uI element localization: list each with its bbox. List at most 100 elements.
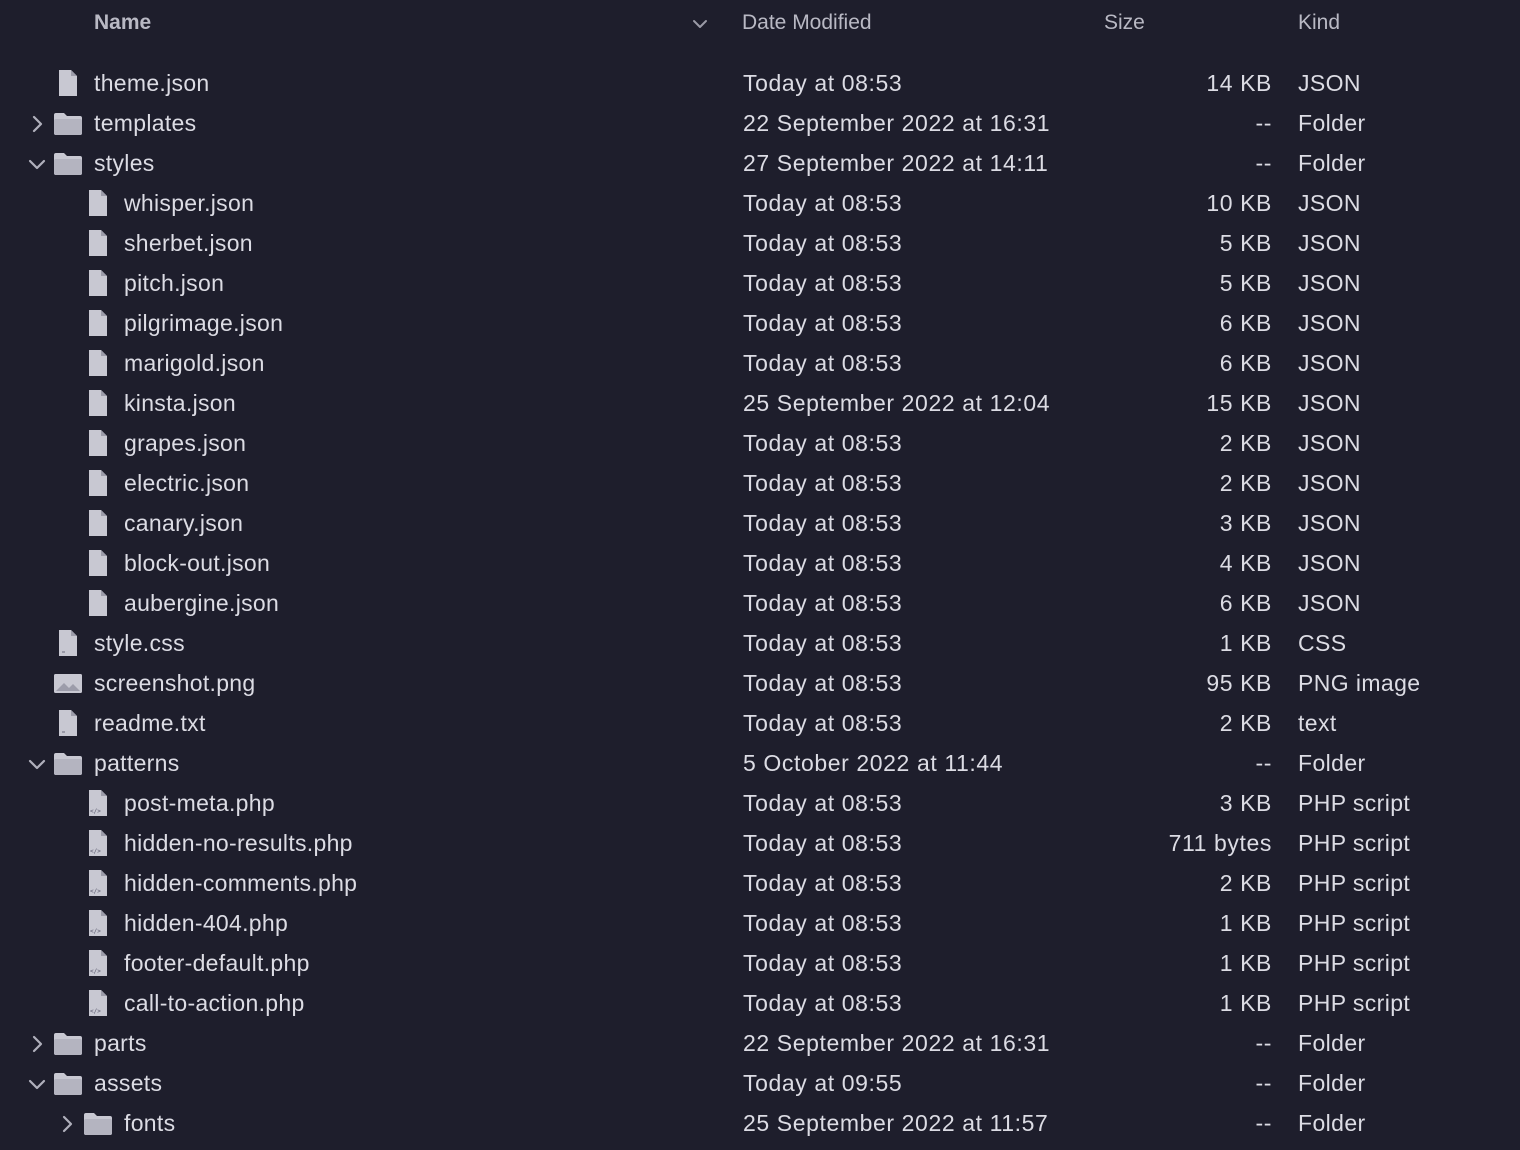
date-modified: Today at 08:53: [743, 190, 903, 216]
document-icon: [83, 348, 113, 378]
disclosure-chevron-right-icon[interactable]: [27, 113, 47, 133]
file-size: 2 KB: [1219, 430, 1272, 456]
folder-row[interactable]: fonts 25 September 2022 at 11:57 -- Folder: [0, 1103, 1520, 1143]
file-row[interactable]: marigold.json Today at 08:53 6 KB JSON: [0, 343, 1520, 383]
sort-chevron-down-icon[interactable]: [690, 14, 712, 36]
css-file-icon: [53, 628, 83, 658]
file-row[interactable]: screenshot.png Today at 08:53 95 KB PNG ima…: [0, 663, 1520, 703]
document-icon: [83, 468, 113, 498]
folder-row[interactable]: templates 22 September 2022 at 16:31 -- Fol…: [0, 103, 1520, 143]
file-row[interactable]: pitch.json Today at 08:53 5 KB JSON: [0, 263, 1520, 303]
date-modified: Today at 09:55: [743, 1070, 903, 1096]
file-kind: JSON: [1298, 230, 1361, 256]
column-header-name[interactable]: Name: [94, 11, 151, 35]
file-size: 2 KB: [1219, 870, 1272, 896]
document-icon: [83, 228, 113, 258]
file-name: aubergine.json: [124, 590, 280, 616]
file-size: --: [1255, 1110, 1272, 1136]
file-name: block-out.json: [124, 550, 271, 576]
folder-icon: [53, 1028, 83, 1058]
file-row[interactable]: </> call-to-action.php Today at 08:53 1 KB P…: [0, 983, 1520, 1023]
disclosure-chevron-right-icon[interactable]: [57, 1113, 77, 1133]
folder-icon: [53, 108, 83, 138]
disclosure-chevron-down-icon[interactable]: [27, 753, 47, 773]
disclosure-chevron-down-icon[interactable]: [27, 1073, 47, 1093]
php-file-icon: </>: [83, 908, 113, 938]
file-row[interactable]: </> hidden-no-results.php Today at 08:53 71…: [0, 823, 1520, 863]
file-kind: Folder: [1298, 110, 1366, 136]
folder-row[interactable]: styles 27 September 2022 at 14:11 -- Folder: [0, 143, 1520, 183]
file-row[interactable]: whisper.json Today at 08:53 10 KB JSON: [0, 183, 1520, 223]
file-row[interactable]: </> hidden-comments.php Today at 08:53 2 KB…: [0, 863, 1520, 903]
folder-row[interactable]: parts 22 September 2022 at 16:31 -- Folder: [0, 1023, 1520, 1063]
disclosure-chevron-right-icon[interactable]: [27, 1033, 47, 1053]
file-name: sherbet.json: [124, 230, 253, 256]
date-modified: 27 September 2022 at 14:11: [743, 150, 1049, 176]
file-row[interactable]: kinsta.json 25 September 2022 at 12:04 15 …: [0, 383, 1520, 423]
file-row[interactable]: </> hidden-404.php Today at 08:53 1 KB PHP s…: [0, 903, 1520, 943]
file-size: --: [1255, 110, 1272, 136]
document-icon: [83, 508, 113, 538]
php-file-icon: </>: [83, 828, 113, 858]
date-modified: 22 September 2022 at 16:31: [743, 110, 1051, 136]
file-name: theme.json: [94, 70, 210, 96]
file-row[interactable]: </> post-meta.php Today at 08:53 3 KB PHP sc…: [0, 783, 1520, 823]
file-size: 1 KB: [1219, 630, 1272, 656]
file-row[interactable]: block-out.json Today at 08:53 4 KB JSON: [0, 543, 1520, 583]
file-row[interactable]: electric.json Today at 08:53 2 KB JSON: [0, 463, 1520, 503]
file-name: templates: [94, 110, 197, 136]
file-kind: PNG image: [1298, 670, 1421, 696]
file-name: call-to-action.php: [124, 990, 305, 1016]
file-name: pitch.json: [124, 270, 225, 296]
column-header-kind[interactable]: Kind: [1298, 11, 1340, 35]
file-row[interactable]: readme.txt Today at 08:53 2 KB text: [0, 703, 1520, 743]
date-modified: Today at 08:53: [743, 710, 903, 736]
file-size: 711 bytes: [1168, 830, 1272, 856]
disclosure-chevron-down-icon[interactable]: [27, 153, 47, 173]
column-header-date-modified[interactable]: Date Modified: [742, 11, 872, 35]
file-name: assets: [94, 1070, 163, 1096]
file-row[interactable]: pilgrimage.json Today at 08:53 6 KB JSON: [0, 303, 1520, 343]
file-kind: JSON: [1298, 350, 1361, 376]
svg-text:</>: </>: [90, 928, 101, 935]
file-kind: JSON: [1298, 510, 1361, 536]
file-name: parts: [94, 1030, 147, 1056]
document-icon: [83, 308, 113, 338]
column-header-size[interactable]: Size: [1104, 11, 1145, 35]
file-row[interactable]: </> footer-default.php Today at 08:53 1 KB P…: [0, 943, 1520, 983]
file-size: --: [1255, 1070, 1272, 1096]
file-kind: Folder: [1298, 1030, 1366, 1056]
file-row[interactable]: grapes.json Today at 08:53 2 KB JSON: [0, 423, 1520, 463]
document-icon: [83, 388, 113, 418]
file-size: 5 KB: [1219, 270, 1272, 296]
file-row[interactable]: theme.json Today at 08:53 14 KB JSON: [0, 63, 1520, 103]
svg-text:</>: </>: [90, 1008, 101, 1015]
date-modified: Today at 08:53: [743, 830, 903, 856]
file-row[interactable]: canary.json Today at 08:53 3 KB JSON: [0, 503, 1520, 543]
file-kind: Folder: [1298, 750, 1366, 776]
file-row[interactable]: aubergine.json Today at 08:53 6 KB JSON: [0, 583, 1520, 623]
file-kind: JSON: [1298, 390, 1361, 416]
date-modified: 25 September 2022 at 12:04: [743, 390, 1051, 416]
file-kind: Folder: [1298, 1070, 1366, 1096]
file-kind: CSS: [1298, 630, 1347, 656]
date-modified: Today at 08:53: [743, 70, 903, 96]
file-kind: JSON: [1298, 550, 1361, 576]
file-name: footer-default.php: [124, 950, 310, 976]
file-kind: JSON: [1298, 590, 1361, 616]
file-kind: PHP script: [1298, 790, 1411, 816]
file-row[interactable]: style.css Today at 08:53 1 KB CSS: [0, 623, 1520, 663]
file-name: canary.json: [124, 510, 244, 536]
file-list: theme.json Today at 08:53 14 KB JSON templat…: [0, 63, 1520, 1143]
svg-text:</>: </>: [90, 848, 101, 855]
file-name: post-meta.php: [124, 790, 275, 816]
file-row[interactable]: sherbet.json Today at 08:53 5 KB JSON: [0, 223, 1520, 263]
folder-row[interactable]: assets Today at 09:55 -- Folder: [0, 1063, 1520, 1103]
finder-list-view: Name Date Modified Size Kind theme.json T…: [0, 0, 1520, 1150]
file-name: kinsta.json: [124, 390, 236, 416]
folder-row[interactable]: patterns 5 October 2022 at 11:44 -- Folder: [0, 743, 1520, 783]
date-modified: Today at 08:53: [743, 630, 903, 656]
date-modified: 25 September 2022 at 11:57: [743, 1110, 1049, 1136]
file-name: marigold.json: [124, 350, 265, 376]
file-name: hidden-comments.php: [124, 870, 358, 896]
